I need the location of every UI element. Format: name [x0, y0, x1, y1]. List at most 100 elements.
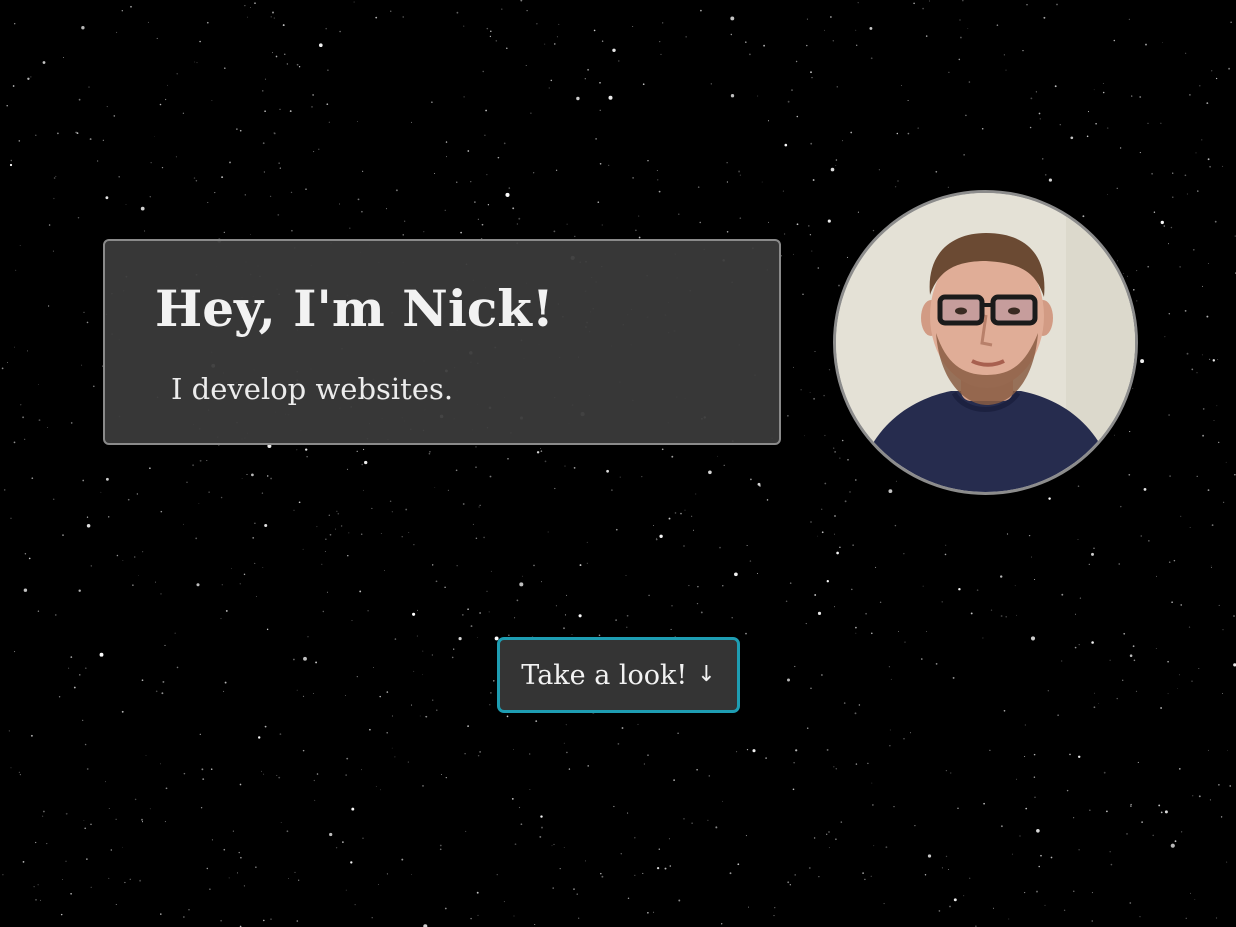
- star: [608, 164, 610, 166]
- star: [1126, 833, 1128, 835]
- star: [154, 581, 157, 583]
- star: [90, 886, 92, 888]
- star: [1015, 778, 1018, 780]
- star: [183, 916, 185, 918]
- star: [477, 637, 478, 638]
- star: [867, 762, 869, 765]
- star: [324, 551, 326, 552]
- star: [626, 614, 629, 617]
- star: [855, 626, 857, 629]
- star: [530, 112, 532, 114]
- star: [1042, 158, 1044, 160]
- star: [824, 482, 827, 485]
- star: [745, 41, 747, 43]
- star: [2, 874, 4, 876]
- star: [828, 369, 831, 371]
- star: [272, 11, 274, 14]
- star: [627, 812, 629, 814]
- star: [865, 612, 867, 615]
- star: [726, 162, 728, 164]
- star: [361, 769, 362, 771]
- star: [812, 179, 815, 181]
- star: [255, 596, 257, 597]
- star: [336, 510, 338, 512]
- star: [20, 404, 22, 406]
- star: [897, 180, 899, 182]
- star: [982, 637, 984, 639]
- star: [1079, 597, 1082, 599]
- star: [1139, 152, 1141, 154]
- star: [298, 66, 301, 68]
- star: [62, 879, 64, 881]
- star: [223, 690, 225, 692]
- star: [513, 915, 515, 917]
- star: [833, 447, 835, 449]
- star: [791, 89, 793, 91]
- star: [321, 563, 323, 566]
- star: [325, 538, 327, 540]
- star: [149, 808, 151, 810]
- star: [1139, 96, 1142, 98]
- star: [208, 491, 210, 493]
- star: [536, 451, 540, 454]
- star: [411, 121, 413, 123]
- star: [898, 631, 899, 632]
- star: [834, 606, 836, 608]
- star: [13, 441, 16, 444]
- star: [92, 385, 95, 388]
- star: [307, 636, 309, 638]
- star: [9, 163, 13, 167]
- star: [796, 115, 799, 118]
- star: [276, 775, 278, 776]
- star: [1019, 835, 1021, 837]
- star: [86, 516, 89, 518]
- star: [950, 772, 952, 774]
- star: [1091, 892, 1093, 894]
- star: [354, 904, 356, 906]
- star: [99, 652, 104, 657]
- star: [229, 161, 231, 164]
- star: [220, 496, 223, 499]
- star: [792, 253, 794, 255]
- star: [846, 256, 849, 258]
- star: [548, 87, 550, 89]
- star: [1087, 111, 1090, 113]
- star: [70, 892, 72, 895]
- star: [162, 680, 165, 683]
- take-a-look-button[interactable]: Take a look! ↓: [497, 637, 740, 713]
- star: [574, 235, 576, 238]
- star: [662, 22, 664, 24]
- star: [813, 837, 816, 839]
- star: [1078, 849, 1080, 851]
- star: [359, 590, 362, 593]
- star: [627, 897, 630, 900]
- star: [53, 197, 55, 200]
- star: [78, 589, 81, 592]
- star: [721, 923, 723, 925]
- star: [599, 82, 601, 84]
- star: [872, 804, 874, 806]
- star: [81, 26, 85, 30]
- star: [402, 16, 404, 18]
- star: [522, 575, 524, 577]
- star: [232, 830, 234, 832]
- star: [835, 838, 837, 841]
- star: [617, 743, 620, 745]
- star: [888, 666, 891, 668]
- star: [832, 40, 834, 42]
- star: [115, 903, 117, 906]
- star: [318, 43, 323, 48]
- star: [475, 446, 477, 448]
- star: [37, 610, 40, 612]
- star: [660, 53, 662, 55]
- star: [159, 103, 162, 106]
- star: [726, 181, 729, 183]
- star: [386, 873, 388, 875]
- star: [444, 907, 447, 910]
- star: [1192, 248, 1195, 251]
- star: [298, 879, 300, 881]
- star: [1171, 601, 1173, 604]
- star: [1208, 358, 1211, 361]
- star: [122, 846, 123, 848]
- star: [566, 223, 568, 225]
